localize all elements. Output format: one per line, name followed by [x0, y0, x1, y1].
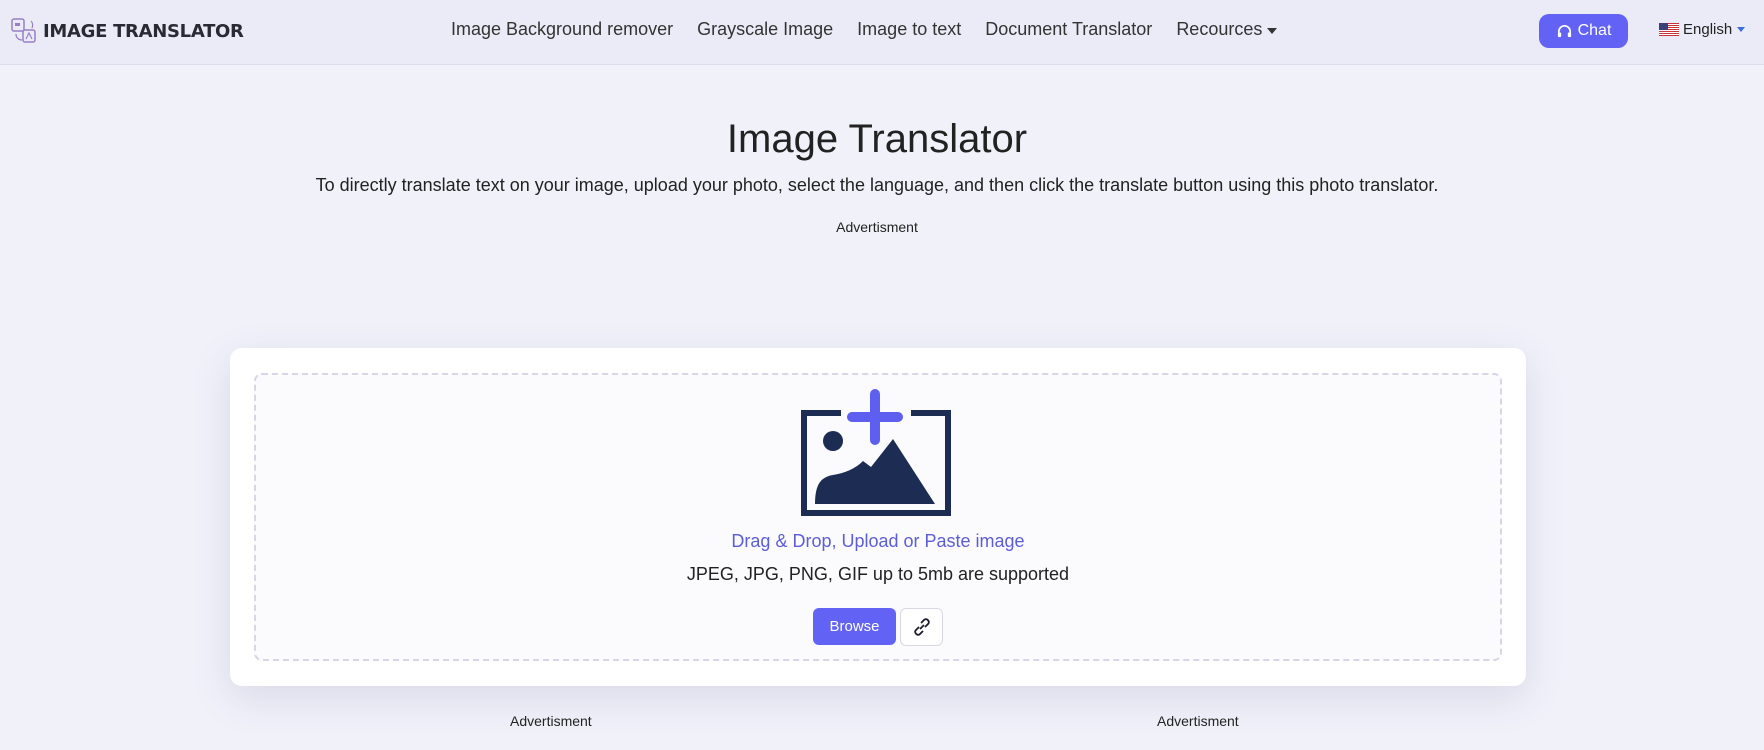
logo-text: IMAGE TRANSLATOR — [43, 20, 244, 42]
advertisement-label: Advertisment — [836, 219, 918, 235]
caret-down-icon — [1267, 27, 1278, 34]
top-navbar: IMAGE TRANSLATOR Image Background remove… — [0, 0, 1764, 65]
link-icon — [913, 618, 930, 636]
language-selector[interactable]: English — [1659, 21, 1746, 38]
nav-grayscale-image[interactable]: Grayscale Image — [697, 19, 833, 40]
add-image-icon — [801, 389, 951, 516]
url-upload-button[interactable] — [900, 608, 943, 646]
upload-card: Drag & Drop, Upload or Paste image JPEG,… — [230, 348, 1526, 686]
supported-formats-text: JPEG, JPG, PNG, GIF up to 5mb are suppor… — [686, 564, 1070, 584]
page-subtitle: To directly translate text on your image… — [315, 175, 1439, 195]
headset-icon — [1557, 24, 1571, 37]
main-nav: Image Background remover Grayscale Image… — [451, 19, 1301, 40]
advertisement-label-left: Advertisment — [510, 713, 592, 729]
logo-link[interactable]: IMAGE TRANSLATOR — [11, 18, 244, 44]
advertisement-label-right: Advertisment — [1157, 713, 1239, 729]
nav-resources-label: Recources — [1176, 19, 1263, 39]
us-flag-icon — [1659, 23, 1679, 36]
logo-icon — [11, 18, 36, 43]
browse-button[interactable]: Browse — [813, 608, 896, 645]
upload-dropzone[interactable]: Drag & Drop, Upload or Paste image JPEG,… — [254, 373, 1502, 661]
chat-button[interactable]: Chat — [1539, 14, 1628, 48]
caret-down-icon — [1737, 27, 1746, 32]
nav-image-to-text[interactable]: Image to text — [857, 19, 961, 40]
nav-background-remover[interactable]: Image Background remover — [451, 19, 673, 40]
drag-drop-text: Drag & Drop, Upload or Paste image — [731, 531, 1025, 551]
nav-document-translator[interactable]: Document Translator — [985, 19, 1152, 40]
chat-label: Chat — [1577, 22, 1612, 39]
page-title: Image Translator — [726, 117, 1028, 161]
language-label: English — [1683, 21, 1733, 38]
nav-resources-dropdown[interactable]: Recources — [1176, 19, 1278, 40]
